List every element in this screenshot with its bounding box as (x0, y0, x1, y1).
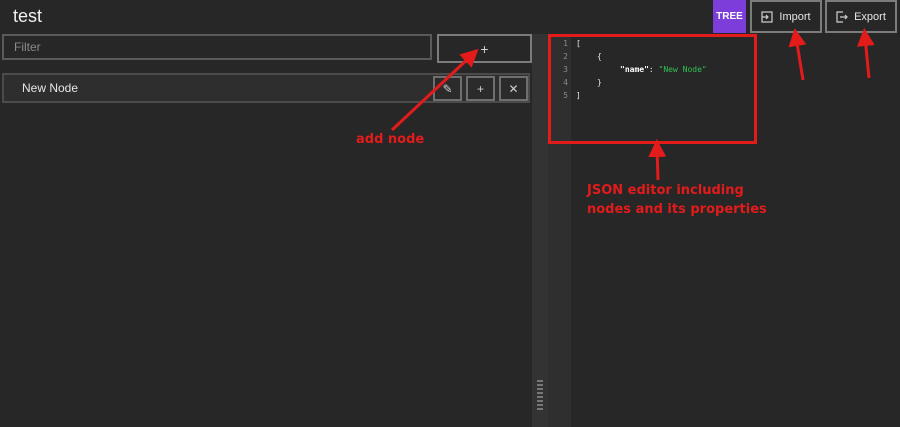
annotation-json-editor-line1: JSON editor including (587, 183, 744, 198)
arrow-to-export (856, 28, 875, 79)
arrow-to-add-node (390, 48, 479, 132)
annotation-add-node: add node (356, 132, 425, 147)
annotation-json-editor-line2: nodes and its properties (587, 202, 767, 217)
arrow-to-json-editor (648, 139, 667, 181)
arrow-to-import (788, 28, 807, 81)
